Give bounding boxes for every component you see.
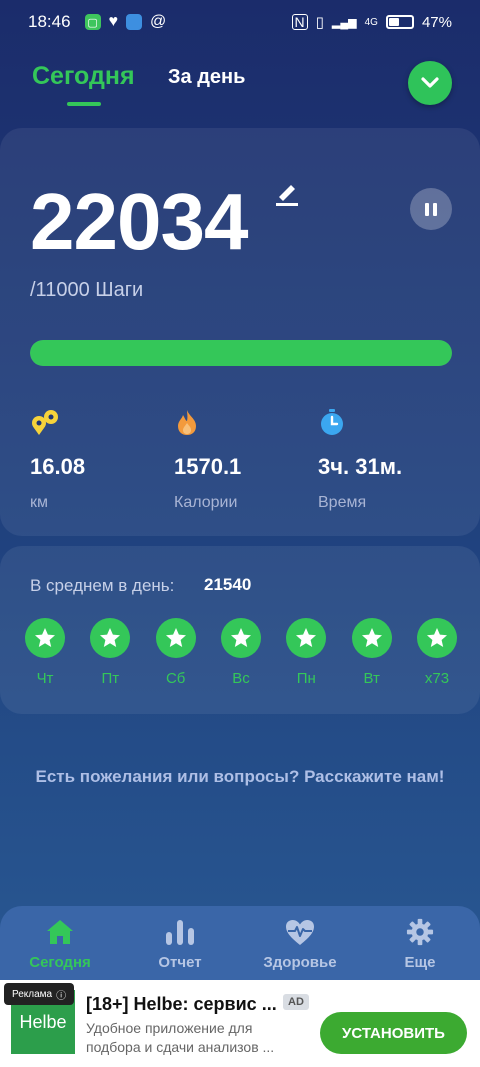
tab-by-day[interactable]: За день bbox=[168, 66, 245, 89]
nav-health[interactable]: Здоровье bbox=[240, 906, 360, 984]
location-pin-icon bbox=[30, 408, 85, 436]
steps-count: 22034 bbox=[30, 177, 248, 266]
battery-percent: 47% bbox=[421, 13, 452, 31]
streak-day: Сб bbox=[155, 618, 196, 687]
header: Сегодня За день bbox=[32, 56, 452, 112]
flame-icon bbox=[174, 408, 241, 436]
battery-icon bbox=[385, 15, 414, 29]
dropdown-button[interactable] bbox=[408, 61, 452, 105]
streak-count-label: x73 bbox=[424, 670, 450, 687]
calories-value: 1570.1 bbox=[174, 454, 242, 479]
nav-more[interactable]: Еще bbox=[360, 906, 480, 984]
nav-report-label: Отчет bbox=[158, 954, 202, 971]
system-icons: N ▯ ▂▄▆ 4G 47% bbox=[291, 13, 452, 31]
heart-icon: ♥ bbox=[108, 13, 119, 30]
steps-progress-fill bbox=[30, 340, 452, 366]
notification-app-icon: ▢ bbox=[84, 14, 101, 30]
pause-button[interactable] bbox=[410, 188, 452, 230]
star-icon bbox=[155, 618, 196, 658]
stopwatch-icon bbox=[318, 408, 402, 436]
bar-chart-icon bbox=[166, 920, 194, 945]
star-icon bbox=[90, 618, 131, 658]
distance-value: 16.08 bbox=[30, 454, 86, 479]
ad-banner[interactable]: Реклама ⓘ Helbe [18+] Helbe: сервис ... A… bbox=[0, 980, 480, 1067]
calories-label: Калории bbox=[174, 494, 238, 511]
nav-health-label: Здоровье bbox=[263, 954, 337, 971]
streak-day: Вс bbox=[220, 618, 261, 687]
tab-today[interactable]: Сегодня bbox=[32, 62, 135, 91]
daily-average-card: В среднем в день: 21540 Чт Пт Сб Вс Пн В… bbox=[0, 546, 480, 714]
average-value: 21540 bbox=[204, 575, 252, 594]
status-time: 18:46 bbox=[28, 12, 71, 31]
install-button[interactable]: УСТАНОВИТЬ bbox=[320, 1012, 467, 1054]
nav-more-label: Еще bbox=[404, 954, 436, 971]
steps-goal: /11000 Шаги bbox=[30, 279, 144, 301]
active-tab-indicator bbox=[67, 102, 101, 106]
feedback-link[interactable]: Есть пожелания или вопросы? Расскажите н… bbox=[30, 765, 450, 788]
streak-day-label: Сб bbox=[165, 670, 186, 687]
today-summary-card: 22034 /11000 Шаги 16.08 км 1570.1 Калори… bbox=[0, 128, 480, 536]
nav-report[interactable]: Отчет bbox=[120, 906, 240, 984]
average-label: В среднем в день: bbox=[30, 576, 175, 595]
streak-days: Чт Пт Сб Вс Пн Вт x73 bbox=[25, 618, 457, 687]
streak-day: x73 bbox=[416, 618, 457, 687]
streak-day-label: Вс bbox=[232, 670, 250, 687]
streak-day: Пн bbox=[286, 618, 327, 687]
nav-today-label: Сегодня bbox=[29, 954, 91, 971]
ad-title[interactable]: [18+] Helbe: сервис ... bbox=[86, 994, 277, 1015]
streak-day-label: Вт bbox=[363, 670, 380, 687]
info-icon: ⓘ bbox=[56, 990, 67, 1002]
time-label: Время bbox=[318, 494, 367, 511]
network-type-label: 4G bbox=[364, 16, 378, 28]
ad-tag: AD bbox=[283, 994, 309, 1010]
pause-icon-bar bbox=[433, 202, 437, 216]
time-stat: 3ч. 31м. Время bbox=[318, 408, 402, 512]
streak-day-label: Пн bbox=[296, 670, 316, 687]
steps-progress-bar bbox=[30, 340, 452, 366]
distance-stat: 16.08 км bbox=[30, 408, 85, 512]
streak-day: Вт bbox=[351, 618, 392, 687]
star-icon bbox=[286, 618, 327, 658]
pause-icon bbox=[425, 202, 429, 216]
streak-day-label: Чт bbox=[36, 670, 54, 687]
signal-icon: ▂▄▆ bbox=[331, 16, 357, 29]
star-icon bbox=[416, 618, 457, 658]
gear-icon bbox=[406, 918, 434, 946]
nav-today[interactable]: Сегодня bbox=[0, 906, 120, 984]
distance-label: км bbox=[30, 494, 48, 511]
streak-day-label: Пт bbox=[101, 670, 120, 687]
vibrate-icon: ▯ bbox=[315, 14, 324, 31]
nfc-icon: N bbox=[291, 14, 308, 30]
calories-stat: 1570.1 Калории bbox=[174, 408, 241, 512]
status-bar: 18:46 ▢ ♥ @ N ▯ ▂▄▆ 4G 47% bbox=[0, 0, 480, 44]
at-icon: @ bbox=[150, 13, 167, 30]
ad-badge[interactable]: Реклама ⓘ bbox=[4, 983, 75, 1005]
time-value: 3ч. 31м. bbox=[318, 454, 403, 479]
star-icon bbox=[351, 618, 392, 658]
home-icon bbox=[47, 920, 73, 944]
ad-description: Удобное приложение для подбора и сдачи а… bbox=[86, 1020, 275, 1055]
star-icon bbox=[220, 618, 261, 658]
bottom-nav: Сегодня Отчет Здоровье Еще bbox=[0, 906, 480, 984]
streak-day: Чт bbox=[25, 618, 65, 687]
notification-icons: ▢ ♥ @ bbox=[84, 13, 167, 31]
chevron-down-icon bbox=[421, 77, 439, 88]
ad-badge-label: Реклама bbox=[12, 988, 53, 1000]
streak-day: Пт bbox=[90, 618, 131, 687]
notification-app-icon bbox=[126, 14, 143, 30]
heart-pulse-icon bbox=[286, 920, 314, 945]
star-icon bbox=[25, 618, 65, 658]
edit-icon[interactable] bbox=[274, 180, 300, 211]
